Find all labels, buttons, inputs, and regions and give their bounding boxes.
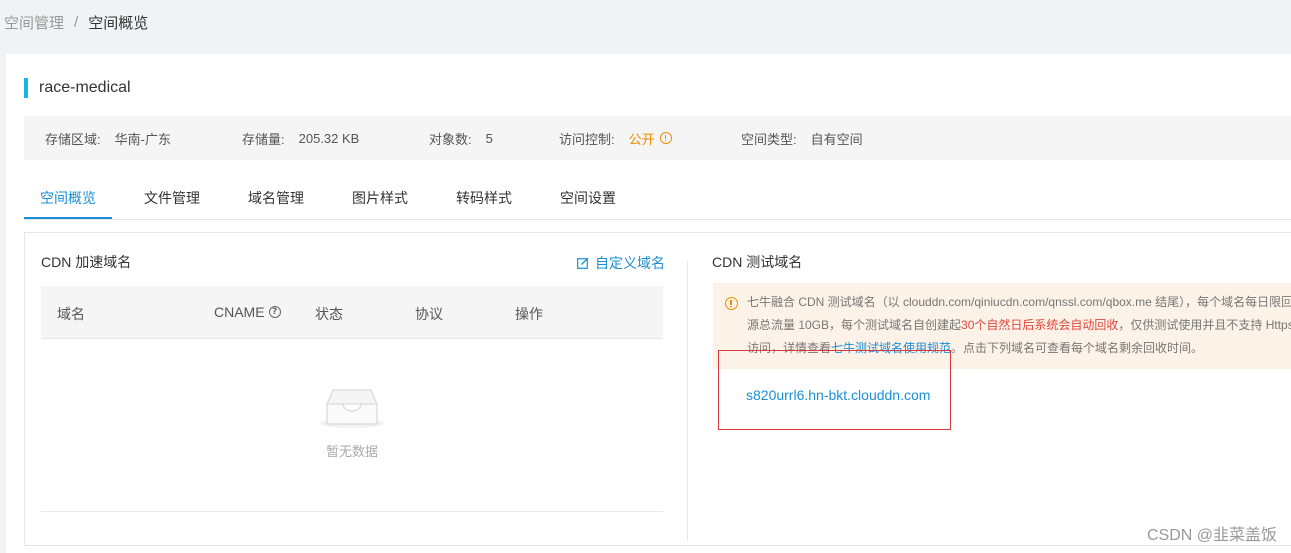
notice-line-2-b: ，仅供测试使用并且不支持 Https [1118,318,1291,332]
info-access: 访问控制: 公开 [559,129,672,148]
empty-inbox-icon [320,389,384,428]
objects-label: 对象数: [429,131,472,147]
col-protocol: 协议 [415,306,443,322]
empty-text: 暂无数据 [325,444,378,459]
tab-transcode-styles[interactable]: 转码样式 [456,188,512,208]
access-value-text: 公开 [628,131,655,147]
type-value: 自有空间 [810,131,863,147]
bucket-name: race-medical [24,78,131,98]
breadcrumb-separator: / [74,14,79,31]
info-warning-icon [725,297,738,310]
tab-domains[interactable]: 域名管理 [248,188,304,208]
notice-line-3-b: 。点击下列域名可查看每个域名剩余回收时间。 [951,341,1204,355]
col-status: 状态 [315,306,343,322]
edit-icon [577,257,589,269]
access-label: 访问控制: [559,131,615,147]
objects-value: 5 [485,130,493,146]
info-type: 空间类型: 自有空间 [741,129,863,148]
panel-divider [687,261,688,541]
custom-domain-button[interactable]: 自定义域名 [577,253,665,273]
type-label: 空间类型: [741,131,797,147]
domain-panel: CDN 加速域名 自定义域名 域名 CNAME ? 状态 协议 操作 暂无数据 … [24,232,1291,546]
tab-files[interactable]: 文件管理 [144,188,200,208]
bucket-info-bar: 存储区域: 华南-广东 存储量: 205.32 KB 对象数: 5 访问控制: … [24,116,1291,160]
col-cname: CNAME ? [214,304,281,320]
watermark: CSDN @韭菜盖饭 [1146,527,1277,544]
notice-line-2-a: 源总流量 10GB，每个测试域名自创建起 [747,318,962,332]
info-storage: 存储量: 205.32 KB [242,129,359,148]
col-action: 操作 [515,306,543,322]
breadcrumb-parent[interactable]: 空间管理 [4,12,64,33]
cdn-table-header: 域名 CNAME ? 状态 协议 操作 [41,286,663,339]
warning-icon[interactable] [659,132,672,144]
region-label: 存储区域: [45,131,101,147]
info-region: 存储区域: 华南-广东 [45,129,171,148]
active-tab-indicator [24,217,112,219]
breadcrumb: 空间管理 / 空间概览 [4,12,148,33]
region-value: 华南-广东 [114,131,171,147]
notice-line-2: 源总流量 10GB，每个测试域名自创建起30个自然日后系统会自动回收，仅供测试使… [747,314,1291,337]
col-cname-label: CNAME [214,304,265,320]
col-domain: 域名 [57,306,85,322]
access-value[interactable]: 公开 [629,129,672,148]
storage-label: 存储量: [242,131,285,147]
main-content: race-medical 存储区域: 华南-广东 存储量: 205.32 KB … [6,54,1291,553]
tab-settings[interactable]: 空间设置 [560,188,616,208]
notice-line-1: 七牛融合 CDN 测试域名（以 clouddn.com/qiniucdn.com… [747,295,1291,309]
tab-image-styles[interactable]: 图片样式 [352,188,408,208]
storage-value: 205.32 KB [298,130,360,146]
tab-overview[interactable]: 空间概览 [40,188,96,208]
cdn-domain-title: CDN 加速域名 [41,254,132,270]
custom-domain-label: 自定义域名 [595,255,665,271]
cdn-test-domain-title: CDN 测试域名 [712,254,803,270]
breadcrumb-current: 空间概览 [88,15,149,32]
empty-state: 暂无数据 [41,340,663,512]
notice-recycle-warning: 30个自然日后系统会自动回收 [961,318,1119,332]
test-domain-link[interactable]: s820urrl6.hn-bkt.clouddn.com [746,387,930,403]
info-objects: 对象数: 5 [429,129,493,148]
help-icon[interactable]: ? [268,306,281,318]
bucket-tabs: 空间概览 文件管理 域名管理 图片样式 转码样式 空间设置 [24,178,1291,220]
test-domain-highlight: s820urrl6.hn-bkt.clouddn.com [718,350,951,430]
